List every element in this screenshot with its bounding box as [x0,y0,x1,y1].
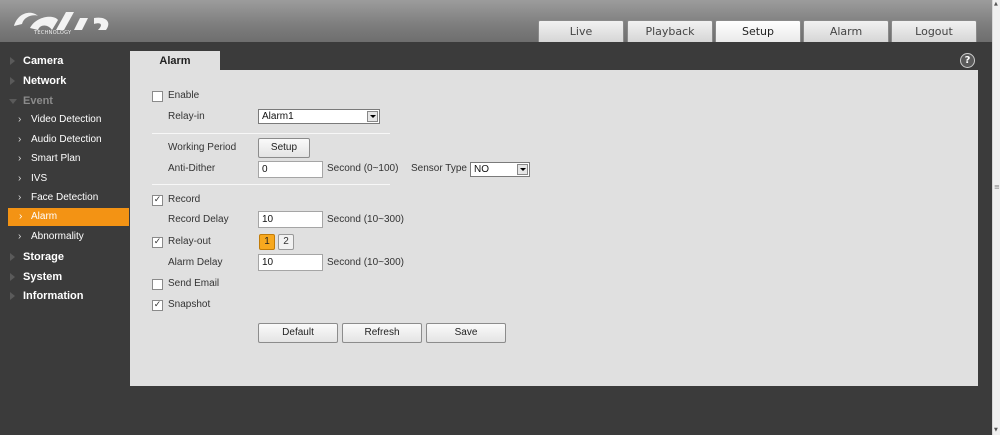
sidebar-item-audio-detection[interactable]: › Audio Detection [0,131,130,149]
anti-dither-unit: Second (0~100) [327,163,399,174]
chevron-right-icon: › [18,192,22,203]
relay-in-label: Relay-in [168,111,205,122]
sidebar-item-smart-plan[interactable]: › Smart Plan [0,150,130,168]
send-email-label: Send Email [168,278,220,289]
sidebar-item-information[interactable]: Information [0,287,130,305]
collapse-arrow-icon [9,99,17,104]
alarm-delay-label: Alarm Delay [168,257,223,268]
relay-in-value: Alarm1 [262,111,294,122]
sidebar-item-label: Storage [23,251,64,263]
relay-out-label: Relay-out [168,236,211,247]
relay-in-select[interactable]: Alarm1 [258,109,380,124]
chevron-right-icon: › [18,153,22,164]
chevron-right-icon: › [18,173,22,184]
sidebar-item-label: Event [23,95,53,107]
sidebar-item-network[interactable]: Network [0,72,130,90]
alarm-settings-panel: Alarm ? Enable Relay-in Alarm1 Working P… [130,50,978,386]
expand-arrow-icon [10,77,15,85]
tab-logout[interactable]: Logout [891,20,977,42]
sidebar-item-label: Network [23,75,67,87]
record-label: Record [168,194,201,205]
expand-arrow-icon [10,273,15,281]
chevron-right-icon: › [18,231,22,242]
divider [152,184,390,185]
sidebar-item-alarm[interactable]: › Alarm [8,208,129,226]
default-button[interactable]: Default [258,323,338,343]
sidebar-item-label: Audio Detection [31,134,102,145]
scroll-down-icon[interactable]: ▼ [994,427,998,433]
relay-out-checkbox[interactable]: ✓ [152,237,163,248]
sidebar-item-camera[interactable]: Camera [0,52,130,70]
sidebar-item-label: IVS [31,173,48,184]
enable-checkbox[interactable] [152,91,163,102]
snapshot-label: Snapshot [168,299,211,310]
snapshot-checkbox[interactable]: ✓ [152,300,163,311]
record-delay-unit: Second (10~300) [327,214,405,225]
record-delay-label: Record Delay [168,214,229,225]
scroll-up-icon[interactable]: ▲ [994,1,998,7]
tab-alarm-settings[interactable]: Alarm [130,51,220,71]
sidebar-item-video-detection[interactable]: › Video Detection [0,111,130,129]
expand-arrow-icon [10,57,15,65]
refresh-button[interactable]: Refresh [342,323,422,343]
send-email-checkbox[interactable] [152,279,163,290]
expand-arrow-icon [10,292,15,300]
sidebar-item-storage[interactable]: Storage [0,248,130,266]
chevron-right-icon: › [18,114,22,125]
tab-playback[interactable]: Playback [627,20,713,42]
header-bar: TECHNOLOGY Live Playback Setup Alarm Log… [0,0,992,42]
chevron-right-icon: › [18,134,22,145]
sidebar-item-label: Video Detection [31,114,102,125]
sidebar-item-event[interactable]: Event [0,92,130,110]
save-button[interactable]: Save [426,323,506,343]
sidebar-item-label: System [23,271,63,283]
vertical-scrollbar[interactable]: ▲ ≡ ▼ [992,0,1000,435]
relay-out-channel-1[interactable]: 1 [259,234,275,250]
sidebar-item-label: Abnormality [31,231,84,242]
sidebar-item-abnormality[interactable]: › Abnormality [0,228,130,246]
alarm-delay-unit: Second (10~300) [327,257,405,268]
divider [152,133,390,134]
sensor-type-label: Sensor Type [411,163,467,174]
record-checkbox[interactable]: ✓ [152,195,163,206]
alarm-delay-input[interactable]: 10 [258,254,323,271]
anti-dither-label: Anti-Dither [168,163,216,174]
anti-dither-input[interactable]: 0 [258,161,323,178]
sensor-type-value: NO [474,164,489,175]
expand-arrow-icon [10,253,15,261]
logo-tagline: TECHNOLOGY [34,30,72,36]
sidebar-item-label: Alarm [31,211,58,222]
sidebar-item-system[interactable]: System [0,268,130,286]
sensor-type-select[interactable]: NO [470,162,530,177]
relay-out-channel-2[interactable]: 2 [278,234,294,250]
working-period-setup-button[interactable]: Setup [258,138,310,158]
enable-label: Enable [168,90,200,101]
help-icon[interactable]: ? [960,53,975,68]
chevron-down-icon [367,111,378,122]
chevron-right-icon: › [19,211,23,222]
panel-tab-bar: Alarm ? [130,50,978,71]
sidebar-item-label: Face Detection [31,192,99,203]
sidebar-item-label: Information [23,290,84,302]
working-period-label: Working Period [168,142,237,153]
record-delay-input[interactable]: 10 [258,211,323,228]
tab-live[interactable]: Live [538,20,624,42]
tab-alarm[interactable]: Alarm [803,20,889,42]
sidebar-item-label: Smart Plan [31,153,81,164]
scroll-grip-icon[interactable]: ≡ [994,183,1000,191]
tab-setup[interactable]: Setup [715,20,801,42]
sidebar-item-face-detection[interactable]: › Face Detection [0,189,130,207]
sidebar-item-ivs[interactable]: › IVS [0,170,130,188]
chevron-down-icon [517,164,528,175]
sidebar-item-label: Camera [23,55,64,67]
